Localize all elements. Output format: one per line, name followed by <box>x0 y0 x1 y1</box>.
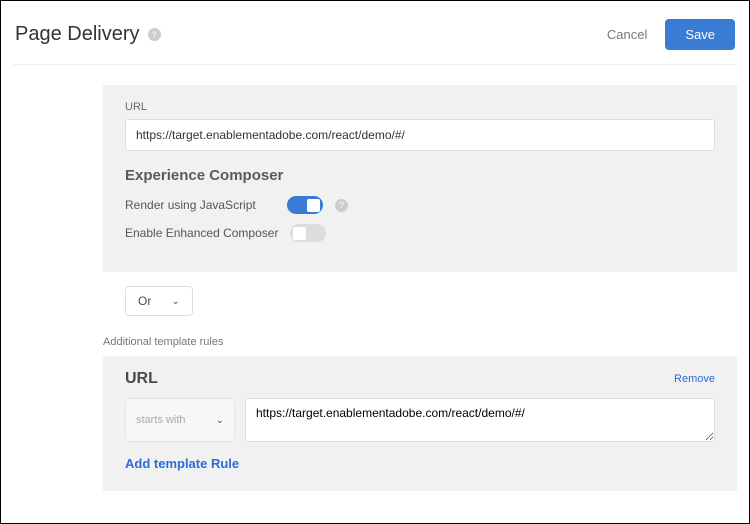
url-label: URL <box>125 101 715 113</box>
rule-title: URL <box>125 370 158 388</box>
additional-heading: Additional template rules <box>103 330 737 356</box>
condition-select[interactable]: starts with ⌄ <box>125 398 235 442</box>
content-area: URL Experience Composer Render using Jav… <box>13 65 737 491</box>
add-rule-button[interactable]: Add template Rule <box>125 456 239 471</box>
render-js-label: Render using JavaScript <box>125 198 275 212</box>
rule-head: URL Remove <box>125 370 715 388</box>
cancel-button[interactable]: Cancel <box>607 27 647 42</box>
save-button[interactable]: Save <box>665 19 735 50</box>
logic-operator-label: Or <box>138 294 151 308</box>
title-wrap: Page Delivery ? <box>15 23 161 46</box>
help-icon[interactable]: ? <box>335 199 348 212</box>
rule-row: starts with ⌄ <box>125 398 715 442</box>
rule-panel: URL Remove starts with ⌄ Add template Ru… <box>103 356 737 491</box>
header-actions: Cancel Save <box>607 19 735 50</box>
help-icon[interactable]: ? <box>148 28 161 41</box>
chevron-down-icon: ⌄ <box>171 296 179 307</box>
logic-row: Or ⌄ <box>103 272 737 330</box>
composer-title: Experience Composer <box>125 167 715 184</box>
page-title: Page Delivery <box>15 23 140 46</box>
enhanced-row: Enable Enhanced Composer <box>125 224 715 242</box>
rule-value-input[interactable] <box>245 398 715 442</box>
render-js-toggle[interactable] <box>287 196 323 214</box>
enhanced-toggle[interactable] <box>290 224 326 242</box>
remove-button[interactable]: Remove <box>674 373 715 385</box>
enhanced-label: Enable Enhanced Composer <box>125 226 278 240</box>
condition-label: starts with <box>136 414 186 426</box>
logic-operator-select[interactable]: Or ⌄ <box>125 286 193 316</box>
main-panel: URL Experience Composer Render using Jav… <box>103 85 737 272</box>
page-header: Page Delivery ? Cancel Save <box>13 11 737 65</box>
chevron-down-icon: ⌄ <box>216 415 224 426</box>
url-input[interactable] <box>125 119 715 151</box>
render-js-row: Render using JavaScript ? <box>125 196 715 214</box>
